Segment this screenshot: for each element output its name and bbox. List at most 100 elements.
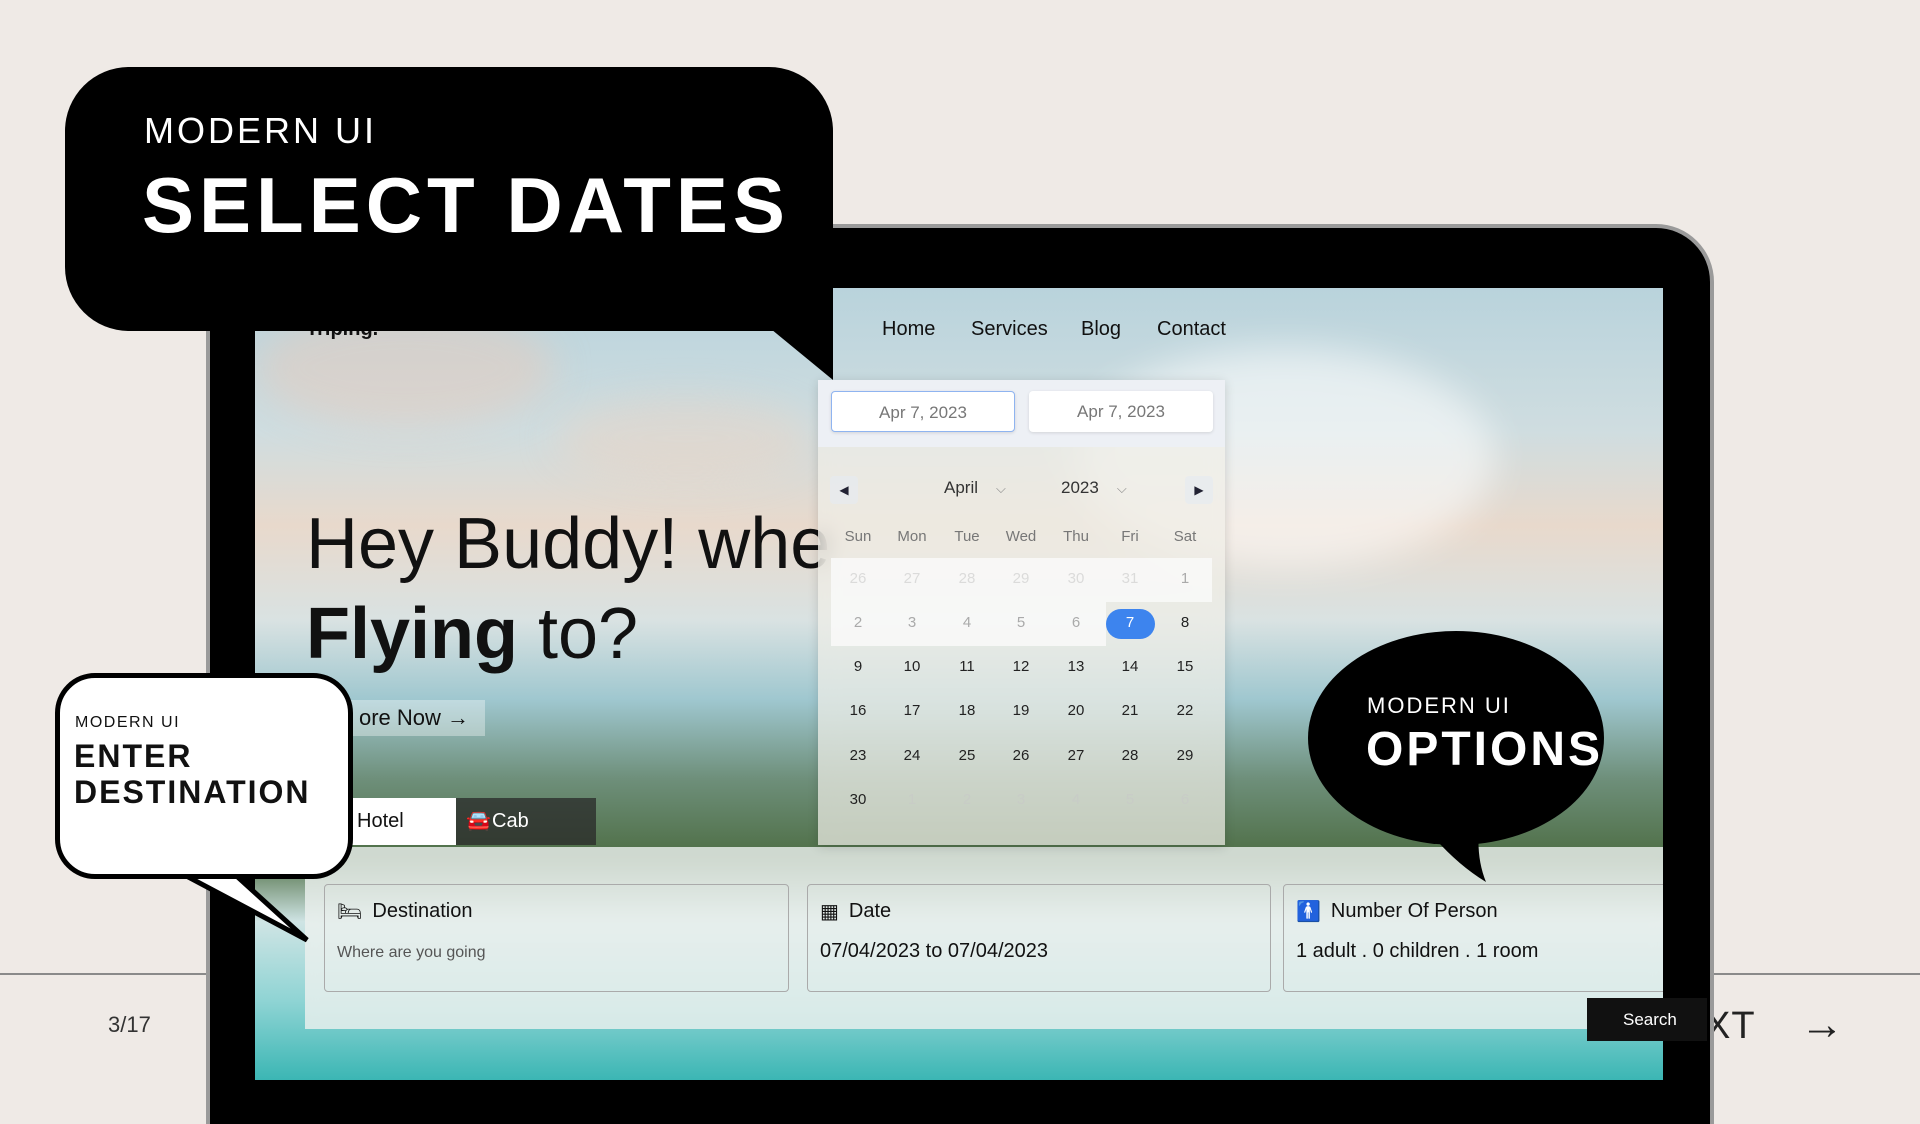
calendar-day[interactable]: 14: [1103, 658, 1157, 675]
persons-label: Number Of Person: [1330, 900, 1498, 922]
calendar-icon: ▦: [820, 901, 839, 923]
nav-blog[interactable]: Blog: [1081, 318, 1121, 341]
destination-field[interactable]: 🛏 Destination Where are you going: [324, 884, 789, 992]
calendar-day[interactable]: 8: [1158, 614, 1212, 631]
bubble-title: OPTIONS: [1366, 723, 1604, 776]
calendar-day[interactable]: 2: [831, 614, 885, 631]
calendar-day[interactable]: 28: [1103, 747, 1157, 764]
bed-icon: 🛏: [337, 901, 363, 923]
calendar-day[interactable]: 27: [885, 570, 939, 587]
calendar-day[interactable]: 26: [994, 747, 1048, 764]
weekday-label: Mon: [897, 528, 927, 545]
search-button[interactable]: Search: [1587, 998, 1707, 1041]
calendar-day[interactable]: 19: [994, 702, 1048, 719]
nav-contact[interactable]: Contact: [1157, 318, 1226, 341]
date-picker: Apr 7, 2023 Apr 7, 2023 ◀ ▶ April ⌵ 2023 ⌵: [818, 380, 1225, 845]
hero-rest: to?: [518, 594, 639, 674]
chevron-down-icon: ⌵: [996, 481, 1006, 496]
calendar-day[interactable]: 18: [940, 702, 994, 719]
prev-month-button[interactable]: ◀: [830, 476, 858, 504]
weekday-label: Thu: [1063, 528, 1089, 545]
month-select[interactable]: April ⌵: [944, 478, 1006, 498]
date-label: Date: [848, 900, 892, 922]
destination-label: Destination: [372, 900, 473, 922]
weekday-label: Fri: [1121, 528, 1139, 545]
calendar-day[interactable]: 7: [1103, 614, 1157, 631]
bubble-title-line2: DESTINATION: [74, 774, 311, 810]
calendar-day[interactable]: 6: [1049, 614, 1103, 631]
tab-hotel-label: Hotel: [357, 810, 404, 832]
calendar-day[interactable]: 9: [831, 658, 885, 675]
explore-label: ore Now: [359, 705, 441, 730]
calendar-day[interactable]: 20: [1049, 702, 1103, 719]
calendar-day[interactable]: 31: [1103, 570, 1157, 587]
weekday-label: Tue: [954, 528, 980, 545]
tab-cab[interactable]: 🚘 Cab: [456, 798, 596, 845]
bubble-title-line1: ENTER: [74, 738, 193, 774]
bubble-small-text: MODERN UI: [1367, 693, 1511, 718]
nav-services[interactable]: Services: [971, 318, 1048, 341]
calendar-day[interactable]: 10: [885, 658, 939, 675]
destination-input[interactable]: Where are you going: [337, 944, 776, 962]
calendar-day[interactable]: 27: [1049, 747, 1103, 764]
hero-bold: Flying: [306, 594, 518, 674]
calendar-day[interactable]: 6: [1158, 791, 1212, 808]
calendar-day[interactable]: 29: [994, 570, 1048, 587]
calendar-day[interactable]: 3: [994, 791, 1048, 808]
calendar-day[interactable]: 15: [1158, 658, 1212, 675]
person-icon: 🚹: [1296, 901, 1321, 923]
caret-right-icon: ▶: [1194, 483, 1204, 497]
persons-value[interactable]: 1 adult . 0 children . 1 room: [1296, 940, 1663, 963]
nav-home[interactable]: Home: [882, 318, 935, 341]
hero-subtitle: Flying to?: [306, 593, 638, 675]
month-value: April: [944, 478, 979, 497]
next-month-button[interactable]: ▶: [1185, 476, 1213, 504]
weekday-label: Sun: [844, 528, 872, 545]
calendar-day[interactable]: 30: [1049, 570, 1103, 587]
year-select[interactable]: 2023 ⌵: [1061, 478, 1127, 498]
year-value: 2023: [1061, 478, 1099, 497]
calendar-day[interactable]: 13: [1049, 658, 1103, 675]
end-date-input[interactable]: Apr 7, 2023: [1029, 391, 1213, 432]
calendar-day[interactable]: 4: [1049, 791, 1103, 808]
calendar-day[interactable]: 25: [940, 747, 994, 764]
car-icon: 🚘: [466, 810, 491, 832]
calendar-day[interactable]: 11: [940, 658, 994, 675]
chevron-down-icon: ⌵: [1116, 481, 1127, 496]
calendar-day[interactable]: 16: [831, 702, 885, 719]
calendar-day[interactable]: 5: [1103, 791, 1157, 808]
caret-left-icon: ◀: [839, 483, 849, 497]
calendar-day[interactable]: 2: [940, 791, 994, 808]
bubble-title: SELECT DATES: [142, 161, 790, 249]
bubble-small-text: MODERN UI: [75, 714, 181, 731]
calendar-day[interactable]: 3: [885, 614, 939, 631]
bubble-tail: [760, 320, 833, 380]
arrow-right-icon[interactable]: →: [1800, 1000, 1844, 1050]
persons-field[interactable]: 🚹 Number Of Person 1 adult . 0 children .…: [1283, 884, 1663, 992]
tab-cab-label: Cab: [492, 810, 529, 832]
calendar-day[interactable]: 4: [940, 614, 994, 631]
calendar-day[interactable]: 24: [885, 747, 939, 764]
calendar-day[interactable]: 17: [885, 702, 939, 719]
calendar-day[interactable]: 30: [831, 791, 885, 808]
tab-hotel[interactable]: ▌Hotel: [331, 798, 456, 845]
explore-now-button[interactable]: ore Now →: [343, 700, 486, 736]
calendar-day[interactable]: 1: [885, 791, 939, 808]
arrow-right-icon: →: [447, 705, 470, 730]
calendar-day[interactable]: 28: [940, 570, 994, 587]
calendar-day[interactable]: 5: [994, 614, 1048, 631]
calendar-day[interactable]: 12: [994, 658, 1048, 675]
calendar-day[interactable]: 23: [831, 747, 885, 764]
start-date-input[interactable]: Apr 7, 2023: [831, 391, 1015, 432]
calendar-day[interactable]: 22: [1158, 702, 1212, 719]
date-value[interactable]: 07/04/2023 to 07/04/2023: [820, 940, 1258, 963]
calendar-day[interactable]: 26: [831, 570, 885, 587]
page-counter: 3/17: [108, 1012, 151, 1037]
date-field[interactable]: ▦ Date 07/04/2023 to 07/04/2023: [807, 884, 1271, 992]
weekday-label: Wed: [1005, 528, 1037, 545]
calendar-day[interactable]: 1: [1158, 570, 1212, 587]
calendar-day[interactable]: 21: [1103, 702, 1157, 719]
weekday-label: Sat: [1173, 528, 1197, 545]
calendar-day[interactable]: 29: [1158, 747, 1212, 764]
bubble-small-text: MODERN UI: [144, 110, 377, 151]
